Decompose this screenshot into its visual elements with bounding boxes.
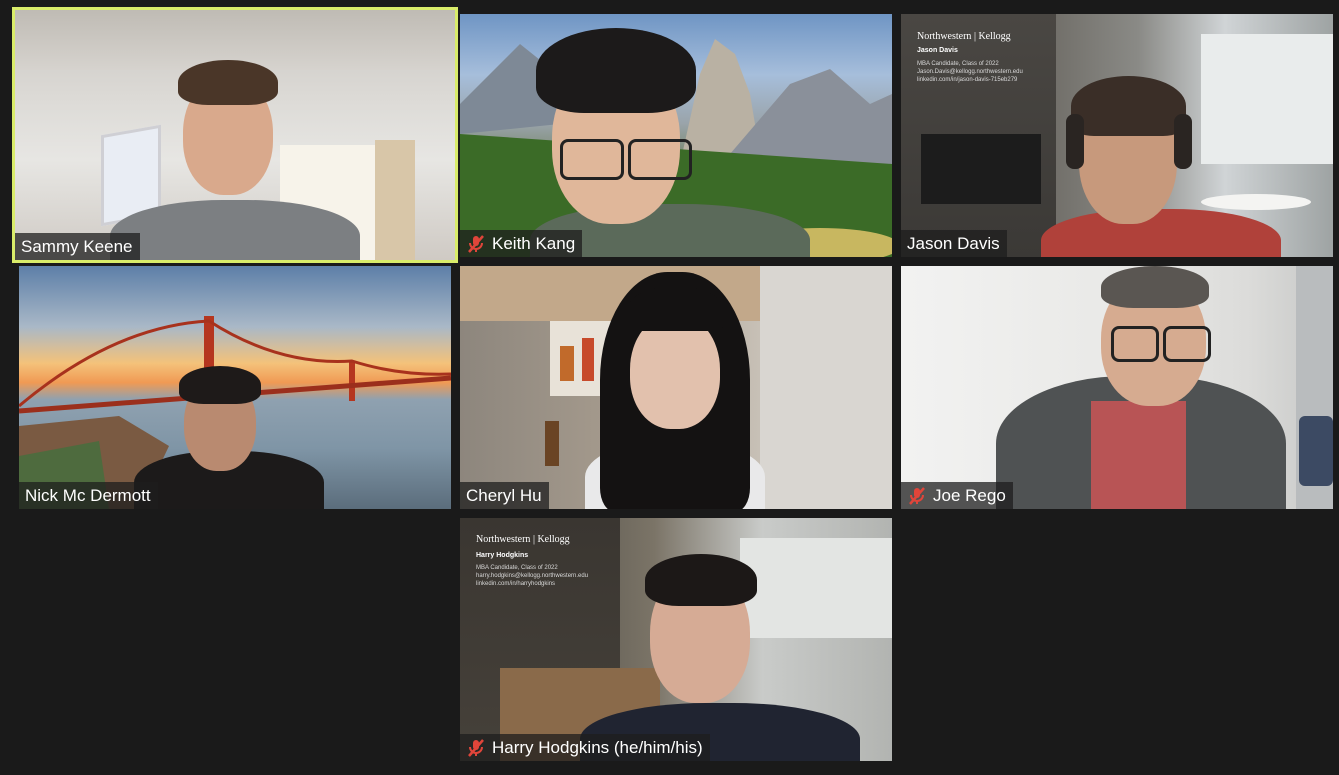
video-tile-harry-hodgkins[interactable]: Northwestern | Kellogg Harry Hodgkins MB… — [460, 518, 892, 761]
bg-line3: linkedin.com/in/jason-davis-715eb279 — [917, 77, 1018, 83]
video-feed — [19, 266, 451, 509]
video-tile-nick-mc-dermott[interactable]: Nick Mc Dermott — [19, 266, 451, 509]
bg-line1: MBA Candidate, Class of 2022 — [476, 565, 558, 571]
participant-name: Cheryl Hu — [466, 486, 542, 505]
participant-name: Joe Rego — [933, 486, 1006, 505]
participant-name: Keith Kang — [492, 234, 576, 253]
video-feed — [460, 266, 892, 509]
participant-name: Sammy Keene — [21, 237, 133, 256]
participant-name-tag: Nick Mc Dermott — [19, 482, 158, 509]
participant-name: Harry Hodgkins (he/him/his) — [492, 738, 703, 757]
participant-name-tag: Jason Davis — [901, 230, 1007, 257]
video-feed: Northwestern | Kellogg Harry Hodgkins MB… — [460, 518, 892, 761]
bg-logo-kellogg: Kellogg — [978, 31, 1011, 42]
video-tile-cheryl-hu[interactable]: Cheryl Hu — [460, 266, 892, 509]
video-tile-jason-davis[interactable]: Northwestern | Kellogg Jason Davis MBA C… — [901, 14, 1333, 257]
video-feed — [15, 10, 455, 260]
bg-line2: harry.hodgkins@kellogg.northwestern.edu — [476, 573, 589, 579]
bg-title: Jason Davis — [917, 47, 958, 54]
participant-name-tag: Joe Rego — [901, 482, 1013, 509]
participant-name-tag: Cheryl Hu — [460, 482, 549, 509]
video-tile-sammy-keene[interactable]: Sammy Keene — [12, 7, 458, 263]
participant-name-tag: Harry Hodgkins (he/him/his) — [460, 734, 710, 761]
bg-line1: MBA Candidate, Class of 2022 — [917, 61, 999, 67]
bg-line2: Jason.Davis@kellogg.northwestern.edu — [917, 69, 1023, 75]
microphone-muted-icon — [468, 738, 484, 757]
video-feed — [901, 266, 1333, 509]
participant-name-tag: Sammy Keene — [15, 233, 140, 260]
bg-line3: linkedin.com/in/harryhodgkins — [476, 581, 556, 587]
bg-title: Harry Hodgkins — [476, 552, 529, 559]
participant-name-tag: Keith Kang — [460, 230, 583, 257]
video-feed — [460, 14, 892, 257]
video-tile-joe-rego[interactable]: Joe Rego — [901, 266, 1333, 509]
participant-name: Jason Davis — [907, 234, 1000, 253]
video-feed: Northwestern | Kellogg Jason Davis MBA C… — [901, 14, 1333, 257]
microphone-muted-icon — [909, 486, 925, 505]
video-tile-keith-kang[interactable]: Keith Kang — [460, 14, 892, 257]
bg-logo-northwestern: Northwestern — [476, 534, 531, 545]
bg-logo-kellogg: Kellogg — [537, 534, 570, 545]
microphone-muted-icon — [468, 234, 484, 253]
participant-name: Nick Mc Dermott — [25, 486, 151, 505]
bg-logo-northwestern: Northwestern — [917, 31, 972, 42]
